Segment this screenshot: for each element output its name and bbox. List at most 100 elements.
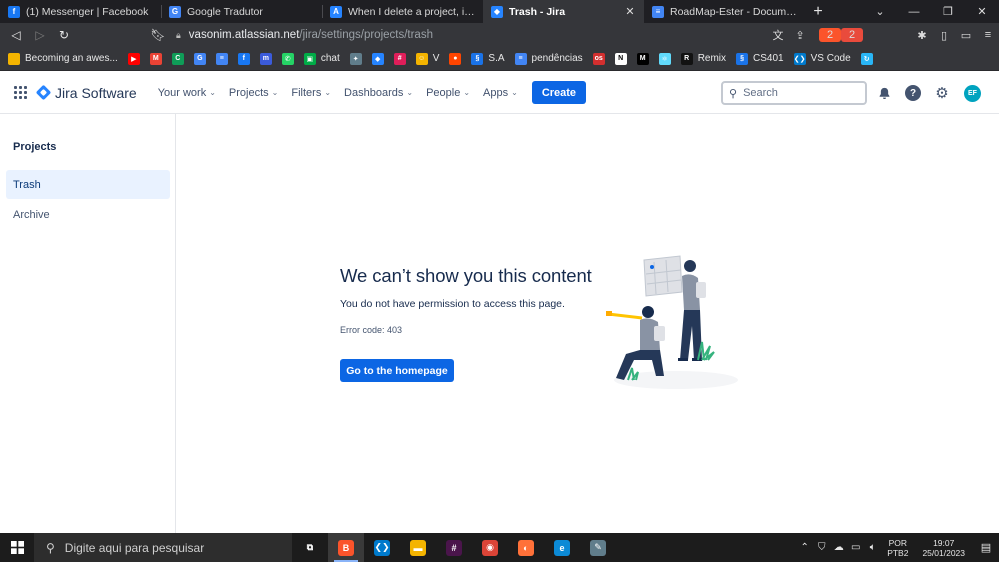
- create-button[interactable]: Create: [531, 81, 587, 104]
- taskbar-app[interactable]: ▬: [400, 533, 436, 562]
- taskbar-app[interactable]: #: [436, 533, 472, 562]
- sidebar-item-archive[interactable]: Archive: [6, 200, 170, 229]
- bookmark-item[interactable]: ⚛: [658, 52, 671, 65]
- bookmark-item[interactable]: f: [237, 52, 250, 65]
- bookmark-item[interactable]: ✆: [281, 52, 294, 65]
- nav-people[interactable]: People ⌄: [426, 87, 470, 99]
- bookmark-item[interactable]: ✦: [349, 52, 362, 65]
- bookmark-item[interactable]: M: [149, 52, 162, 65]
- nav-label: Projects: [228, 86, 269, 99]
- browser-tab[interactable]: f (1) Messenger | Facebook: [0, 0, 161, 23]
- volume-icon[interactable]: 🔈︎: [864, 542, 881, 553]
- nav-your-work[interactable]: Your work ⌄: [158, 87, 216, 99]
- bookmark-item[interactable]: ≡: [215, 52, 228, 65]
- bookmark-item[interactable]: ❮❯ VS Code: [793, 52, 851, 65]
- settings-gear-icon[interactable]: ⚙: [934, 85, 950, 102]
- taskbar-app[interactable]: ⧉: [292, 533, 328, 562]
- onedrive-cloud-icon[interactable]: ☁: [830, 542, 847, 553]
- browser-tab[interactable]: ◆ Trash - Jira ✕: [483, 0, 644, 23]
- restore-button[interactable]: ❐: [931, 0, 965, 23]
- bookmark-item[interactable]: R Remix: [680, 52, 726, 65]
- chevron-down-icon: ⌄: [406, 88, 414, 97]
- window-controls: ⌄ — ❐ ✕: [863, 0, 999, 23]
- bookmark-item[interactable]: N: [614, 52, 627, 65]
- emoji-icon: ☺: [415, 52, 428, 65]
- go-to-homepage-button[interactable]: Go to the homepage: [340, 359, 454, 382]
- bookmark-item[interactable]: § CS401: [736, 52, 784, 65]
- back-button[interactable]: ◁: [4, 23, 28, 47]
- bookmark-item[interactable]: G: [193, 52, 206, 65]
- system-tray: ⌃ ⛉ ☁ ▭ 🔈︎ POR PTB2 19:07 25/01/2023 ▤: [796, 533, 999, 562]
- link-icon: §: [736, 52, 749, 65]
- close-tab-icon[interactable]: ✕: [624, 5, 636, 18]
- bookmark-item[interactable]: ●: [449, 52, 462, 65]
- nav-filters[interactable]: Filters ⌄: [291, 87, 331, 99]
- bookmark-label: S.A: [488, 53, 505, 64]
- share-icon[interactable]: ⇪: [789, 29, 811, 42]
- chevron-down-icon: ⌄: [209, 88, 216, 97]
- taskbar-app[interactable]: B: [328, 533, 364, 562]
- nav-apps[interactable]: Apps ⌄: [483, 87, 518, 99]
- browser-tab[interactable]: A When I delete a project, it is moved: [322, 0, 483, 23]
- browser-tab[interactable]: ≡ RoadMap-Ester - Documentos Google: [644, 0, 805, 23]
- reload-button[interactable]: ↻: [52, 23, 76, 47]
- vscode-icon: ❮❯: [374, 539, 390, 556]
- taskbar-app[interactable]: ◐: [508, 533, 544, 562]
- bookmark-item[interactable]: ▶: [127, 52, 140, 65]
- sidebar-item-trash[interactable]: Trash: [6, 170, 170, 199]
- start-button[interactable]: [0, 533, 34, 562]
- bookmark-item[interactable]: ◆: [371, 52, 384, 65]
- notifications-icon[interactable]: [876, 85, 892, 101]
- menu-icon[interactable]: ≡: [977, 29, 999, 41]
- bookmark-item[interactable]: m: [259, 52, 272, 65]
- avatar[interactable]: EF: [964, 85, 981, 102]
- app-switcher-icon[interactable]: [14, 85, 28, 100]
- bookmark-item[interactable]: ↻: [860, 52, 873, 65]
- chat-icon: ▣: [303, 52, 316, 65]
- new-tab-button[interactable]: +: [805, 0, 831, 23]
- nav-projects[interactable]: Projects ⌄: [229, 87, 278, 99]
- chevron-down-icon: ⌄: [463, 88, 471, 97]
- bookmark-item[interactable]: ▣ chat: [303, 52, 340, 65]
- bookmark-item[interactable]: #: [393, 52, 406, 65]
- taskbar-search-input[interactable]: ⚲ Digite aqui para pesquisar: [34, 533, 292, 562]
- extension-icon: ↻: [860, 52, 873, 65]
- jira-logo[interactable]: Jira Software: [35, 85, 137, 101]
- browser-tab[interactable]: G Google Tradutor: [161, 0, 322, 23]
- sidebar-icon[interactable]: ▯: [933, 29, 955, 42]
- bookmark-item[interactable]: ☺ V: [415, 52, 439, 65]
- taskbar-app[interactable]: ✎: [580, 533, 616, 562]
- tab-search-chevron-icon[interactable]: ⌄: [863, 0, 897, 23]
- bookmark-item[interactable]: § S.A: [471, 52, 505, 65]
- defender-icon[interactable]: ⛉: [813, 542, 830, 553]
- wallet-icon[interactable]: ▭: [955, 29, 977, 42]
- minimize-button[interactable]: —: [897, 0, 931, 23]
- close-window-button[interactable]: ✕: [965, 0, 999, 23]
- taskbar-app[interactable]: ❮❯: [364, 533, 400, 562]
- clock[interactable]: 19:07 25/01/2023: [922, 538, 965, 558]
- jira-icon: ◆: [491, 5, 503, 18]
- help-icon[interactable]: ?: [905, 85, 921, 101]
- network-icon[interactable]: ▭: [847, 542, 864, 553]
- bookmark-item[interactable]: M: [636, 52, 649, 65]
- bookmark-item[interactable]: ≡ pendências: [514, 52, 583, 65]
- taskbar-app[interactable]: ◉: [472, 533, 508, 562]
- brave-shields-icon[interactable]: 2: [819, 28, 841, 42]
- bookmark-page-icon[interactable]: 🔖︎: [146, 23, 170, 47]
- url-field[interactable]: 🔒︎ vasonim.atlassian.net/jira/settings/p…: [176, 26, 766, 44]
- search-input[interactable]: ⚲ Search: [721, 81, 867, 105]
- bookmark-item[interactable]: Becoming an awes...: [8, 52, 118, 65]
- clock-time: 19:07: [933, 537, 955, 548]
- google-translate-icon: G: [169, 5, 181, 18]
- nav-dashboards[interactable]: Dashboards ⌄: [344, 87, 413, 99]
- forward-button[interactable]: ▷: [28, 23, 52, 47]
- brave-rewards-icon[interactable]: 2: [841, 28, 863, 42]
- show-hidden-icons-icon[interactable]: ⌃: [796, 542, 813, 553]
- extensions-icon[interactable]: ✱: [911, 29, 933, 42]
- bookmark-item[interactable]: C: [171, 52, 184, 65]
- notifications-center-icon[interactable]: ▤: [973, 533, 999, 562]
- input-language[interactable]: POR PTB2: [887, 538, 908, 558]
- translate-icon[interactable]: 文: [767, 27, 789, 43]
- bookmark-item[interactable]: os: [592, 52, 605, 65]
- taskbar-app[interactable]: e: [544, 533, 580, 562]
